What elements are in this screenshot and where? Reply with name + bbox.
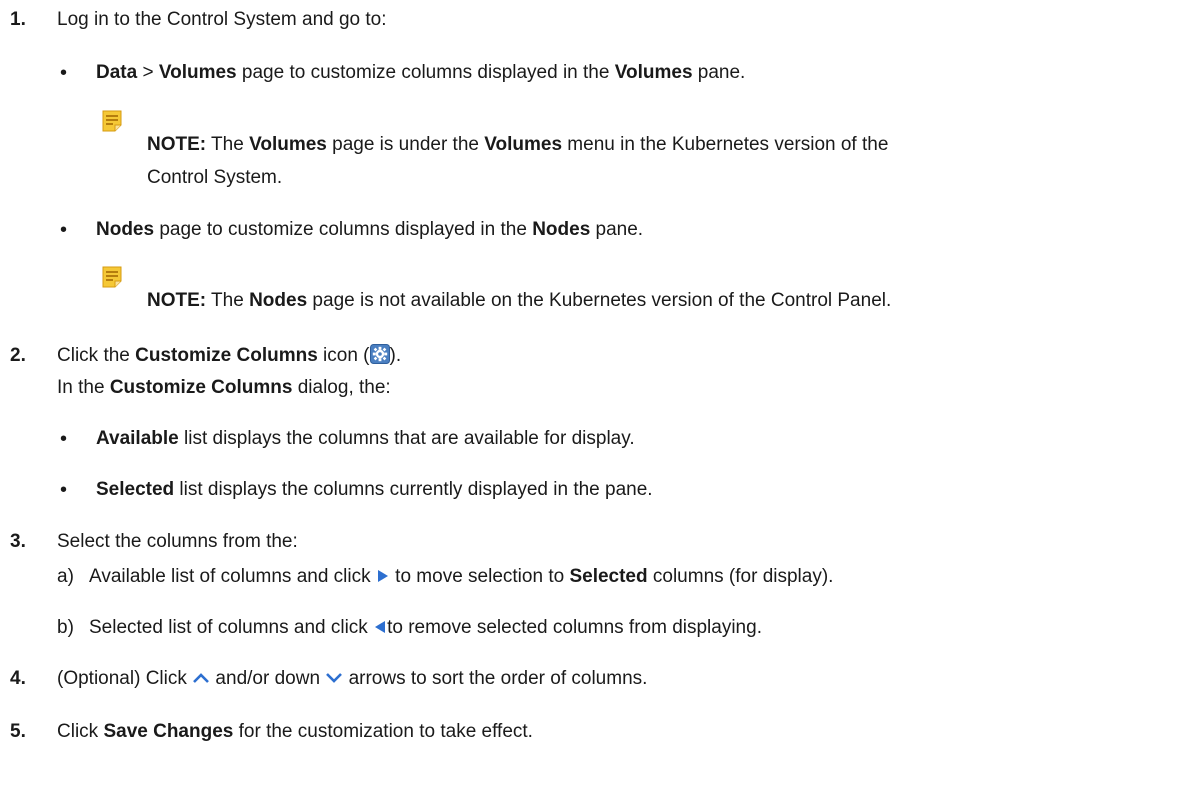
bullet: • bbox=[60, 479, 68, 501]
note-text-line2: Control System. bbox=[147, 167, 283, 188]
bullet-item-selected: Selected list displays the columns curre… bbox=[96, 479, 653, 500]
step-number: 3. bbox=[10, 531, 26, 552]
note-icon bbox=[102, 110, 122, 132]
substep-label: a) bbox=[57, 566, 74, 587]
step-number: 2. bbox=[10, 345, 26, 366]
triangle-left-icon bbox=[375, 621, 386, 633]
note-text: NOTE: The Nodes page is not available on… bbox=[147, 290, 892, 311]
triangle-right-icon bbox=[377, 570, 388, 582]
step-number: 1. bbox=[10, 9, 26, 30]
chevron-up-icon bbox=[193, 673, 210, 683]
step-text: Click the Customize Columns icon (). bbox=[57, 344, 402, 366]
chevron-down-icon bbox=[326, 673, 343, 683]
step-text-line2: In the Customize Columns dialog, the: bbox=[57, 377, 391, 398]
step-text: Select the columns from the: bbox=[57, 531, 298, 552]
bullet: • bbox=[60, 62, 68, 84]
step-text: Click Save Changes for the customization… bbox=[57, 721, 533, 742]
substep-text: Selected list of columns and click to re… bbox=[89, 617, 762, 638]
step-number: 5. bbox=[10, 721, 26, 742]
note-text: NOTE: The Volumes page is under the Volu… bbox=[147, 134, 889, 155]
bullet-item-available: Available list displays the columns that… bbox=[96, 428, 635, 449]
bullet-item-volumes: Data > Volumes page to customize columns… bbox=[96, 62, 746, 83]
bullet: • bbox=[60, 219, 68, 241]
bullet-item-nodes: Nodes page to customize columns displaye… bbox=[96, 219, 644, 240]
step-number: 4. bbox=[10, 668, 26, 689]
bullet: • bbox=[60, 428, 68, 450]
substep-label: b) bbox=[57, 617, 74, 638]
step-text: Log in to the Control System and go to: bbox=[57, 9, 387, 30]
gear-icon bbox=[369, 344, 390, 364]
step-text: (Optional) Click and/or down arrows to s… bbox=[57, 668, 648, 689]
note-icon bbox=[102, 266, 122, 288]
substep-text: Available list of columns and click to m… bbox=[89, 566, 834, 587]
